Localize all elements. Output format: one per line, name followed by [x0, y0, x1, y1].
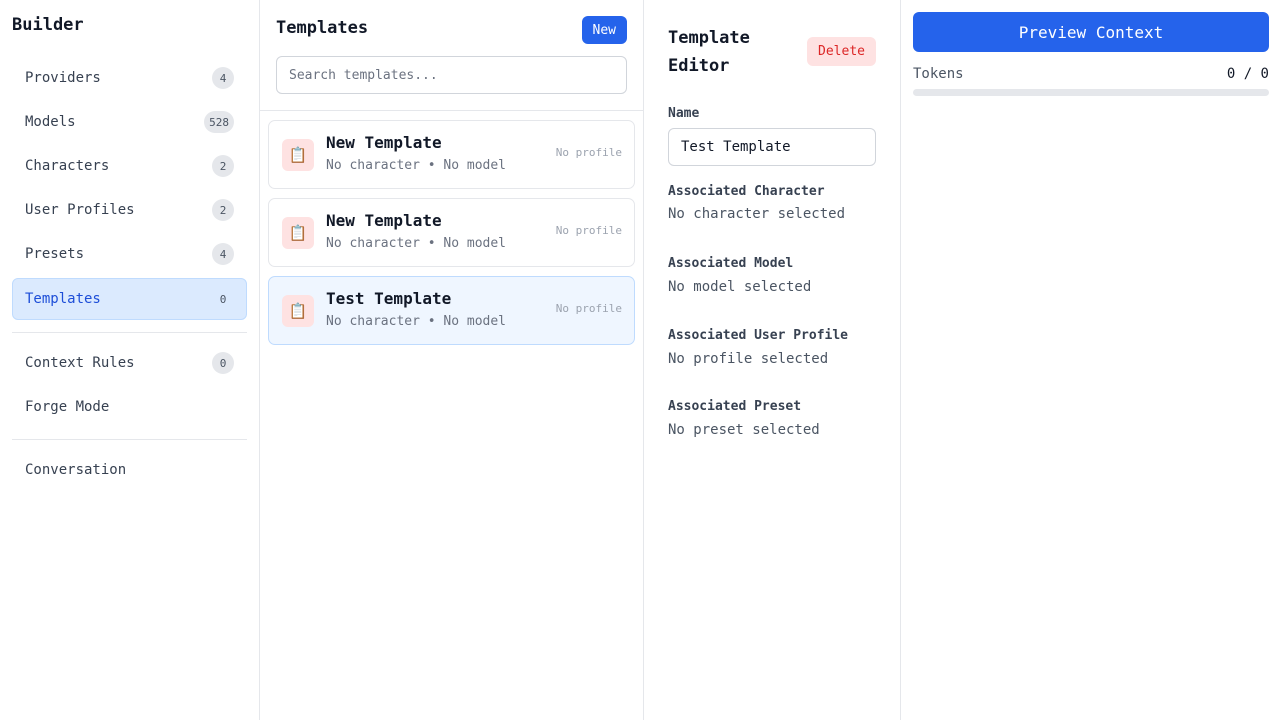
search-input[interactable] [276, 56, 627, 94]
editor-title: Template Editor [668, 28, 750, 76]
sidebar-item-label: Conversation [25, 462, 127, 478]
template-card-subtitle: No character • No model [326, 314, 507, 329]
preset-value[interactable]: No preset selected [668, 422, 820, 438]
preview-panel: Preview Context Tokens 0 / 0 [901, 0, 1280, 720]
new-template-button[interactable]: New [581, 16, 627, 44]
name-field[interactable] [668, 128, 876, 166]
sidebar: Builder Providers 4 Models 528 Character… [0, 0, 260, 720]
sidebar-item-label: Providers [25, 70, 101, 86]
sidebar-item-conversation[interactable]: Conversation [12, 450, 247, 490]
sidebar-item-label: User Profiles [25, 202, 135, 218]
sidebar-divider [12, 332, 247, 333]
tokens-count: 0 / 0 [1226, 66, 1269, 82]
sidebar-item-templates[interactable]: Templates 0 [12, 278, 247, 320]
sidebar-item-label: Templates [25, 291, 101, 307]
template-card-profile: No profile [555, 146, 622, 159]
template-editor-panel: Template Editor Delete Name Associated C… [644, 0, 901, 720]
template-card-profile: No profile [555, 302, 622, 315]
count-badge: 2 [212, 199, 234, 221]
count-badge: 4 [212, 243, 234, 265]
model-value[interactable]: No model selected [668, 279, 811, 295]
template-card[interactable]: 📋 New Template No character • No model N… [268, 198, 635, 267]
template-card-title: New Template [326, 133, 442, 152]
count-badge: 528 [204, 111, 234, 133]
tokens-label: Tokens [913, 66, 964, 82]
template-card-title: Test Template [326, 289, 452, 308]
list-title: Templates [276, 18, 369, 38]
list-header: Templates New [260, 0, 643, 111]
sidebar-item-characters[interactable]: Characters 2 [12, 146, 247, 186]
sidebar-item-label: Forge Mode [25, 399, 110, 415]
tokens-progress-bar [913, 89, 1269, 96]
template-card-profile: No profile [555, 224, 622, 237]
sidebar-divider [12, 439, 247, 440]
sidebar-item-models[interactable]: Models 528 [12, 102, 247, 142]
count-badge: 0 [212, 288, 234, 310]
sidebar-item-user-profiles[interactable]: User Profiles 2 [12, 190, 247, 230]
template-card-subtitle: No character • No model [326, 236, 507, 251]
model-label: Associated Model [668, 256, 794, 271]
character-label: Associated Character [668, 184, 825, 199]
templates-list-panel: Templates New 📋 New Template No characte… [260, 0, 644, 720]
sidebar-item-label: Presets [25, 246, 85, 262]
count-badge: 0 [212, 352, 234, 374]
character-value[interactable]: No character selected [668, 206, 845, 222]
delete-button[interactable]: Delete [807, 37, 876, 66]
sidebar-item-label: Characters [25, 158, 110, 174]
template-card-title: New Template [326, 211, 442, 230]
sidebar-item-label: Context Rules [25, 355, 135, 371]
sidebar-item-forge-mode[interactable]: Forge Mode [12, 387, 247, 427]
count-badge: 4 [212, 67, 234, 89]
sidebar-item-presets[interactable]: Presets 4 [12, 234, 247, 274]
clipboard-icon: 📋 [282, 217, 314, 249]
app-title: Builder [12, 15, 84, 35]
sidebar-item-providers[interactable]: Providers 4 [12, 58, 247, 98]
user-profile-value[interactable]: No profile selected [668, 351, 828, 367]
template-card-selected[interactable]: 📋 Test Template No character • No model … [268, 276, 635, 345]
count-badge: 2 [212, 155, 234, 177]
name-label: Name [668, 106, 700, 121]
user-profile-label: Associated User Profile [668, 328, 849, 343]
preset-label: Associated Preset [668, 399, 802, 414]
clipboard-icon: 📋 [282, 295, 314, 327]
template-card[interactable]: 📋 New Template No character • No model N… [268, 120, 635, 189]
template-card-subtitle: No character • No model [326, 158, 507, 173]
clipboard-icon: 📋 [282, 139, 314, 171]
preview-context-button[interactable]: Preview Context [913, 12, 1269, 52]
sidebar-item-context-rules[interactable]: Context Rules 0 [12, 343, 247, 383]
sidebar-item-label: Models [25, 114, 76, 130]
template-list: 📋 New Template No character • No model N… [260, 111, 643, 345]
